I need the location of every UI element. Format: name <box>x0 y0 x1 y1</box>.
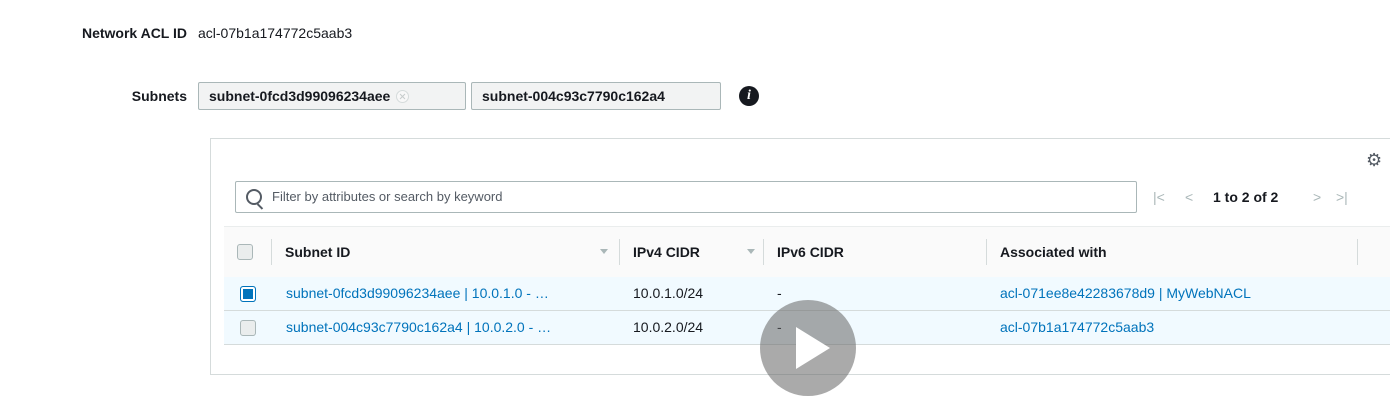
subnet-token-2-label: subnet-004c93c7790c162a4 <box>482 88 665 104</box>
subnets-label: Subnets <box>131 88 187 104</box>
table-header: Subnet ID IPv4 CIDR IPv6 CIDR Associated… <box>224 226 1390 278</box>
column-divider <box>271 239 272 265</box>
subnet-id-link[interactable]: subnet-0fcd3d99096234aee | 10.0.1.0 - … <box>286 277 549 310</box>
column-header-associated-with[interactable]: Associated with <box>1000 227 1107 277</box>
subnet-token-1[interactable]: subnet-0fcd3d99096234aee <box>198 82 466 110</box>
associated-acl-link[interactable]: acl-07b1a174772c5aab3 <box>1000 311 1154 344</box>
gear-icon[interactable]: ⚙ <box>1366 151 1384 169</box>
search-icon <box>246 189 262 205</box>
ipv6-cidr-cell: - <box>777 285 782 301</box>
row-checkbox[interactable] <box>240 286 256 302</box>
info-icon[interactable]: i <box>739 86 759 106</box>
subnet-token-2[interactable]: subnet-004c93c7790c162a4 <box>471 82 721 110</box>
column-header-ipv6-cidr[interactable]: IPv6 CIDR <box>777 227 844 277</box>
network-acl-id-value: acl-07b1a174772c5aab3 <box>198 25 353 41</box>
first-page-icon[interactable]: |< <box>1153 181 1165 213</box>
next-page-icon[interactable]: > <box>1313 181 1321 213</box>
column-divider <box>619 239 620 265</box>
last-page-icon[interactable]: >| <box>1336 181 1348 213</box>
sort-caret-icon[interactable] <box>747 249 755 254</box>
row-checkbox[interactable] <box>240 320 256 336</box>
associated-acl-link[interactable]: acl-071ee8e42283678d9 | MyWebNACL <box>1000 277 1251 310</box>
sort-caret-icon[interactable] <box>600 249 608 254</box>
column-header-subnet-id[interactable]: Subnet ID <box>285 227 350 277</box>
subnet-token-1-label: subnet-0fcd3d99096234aee <box>209 88 391 104</box>
subnet-id-link[interactable]: subnet-004c93c7790c162a4 | 10.0.2.0 - … <box>286 311 551 344</box>
play-icon[interactable] <box>760 300 856 396</box>
column-divider <box>1357 239 1358 265</box>
column-divider <box>986 239 987 265</box>
column-header-ipv4-cidr[interactable]: IPv4 CIDR <box>633 227 700 277</box>
ipv4-cidr-cell: 10.0.2.0/24 <box>633 319 704 335</box>
select-all-checkbox[interactable] <box>237 244 253 260</box>
filter-placeholder: Filter by attributes or search by keywor… <box>272 189 503 204</box>
column-divider <box>763 239 764 265</box>
pagination-text: 1 to 2 of 2 <box>1213 189 1279 205</box>
network-acl-id-label: Network ACL ID <box>81 25 187 41</box>
filter-input[interactable]: Filter by attributes or search by keywor… <box>235 181 1137 213</box>
prev-page-icon[interactable]: < <box>1185 181 1193 213</box>
remove-token-icon[interactable] <box>396 89 410 103</box>
ipv4-cidr-cell: 10.0.1.0/24 <box>633 285 704 301</box>
